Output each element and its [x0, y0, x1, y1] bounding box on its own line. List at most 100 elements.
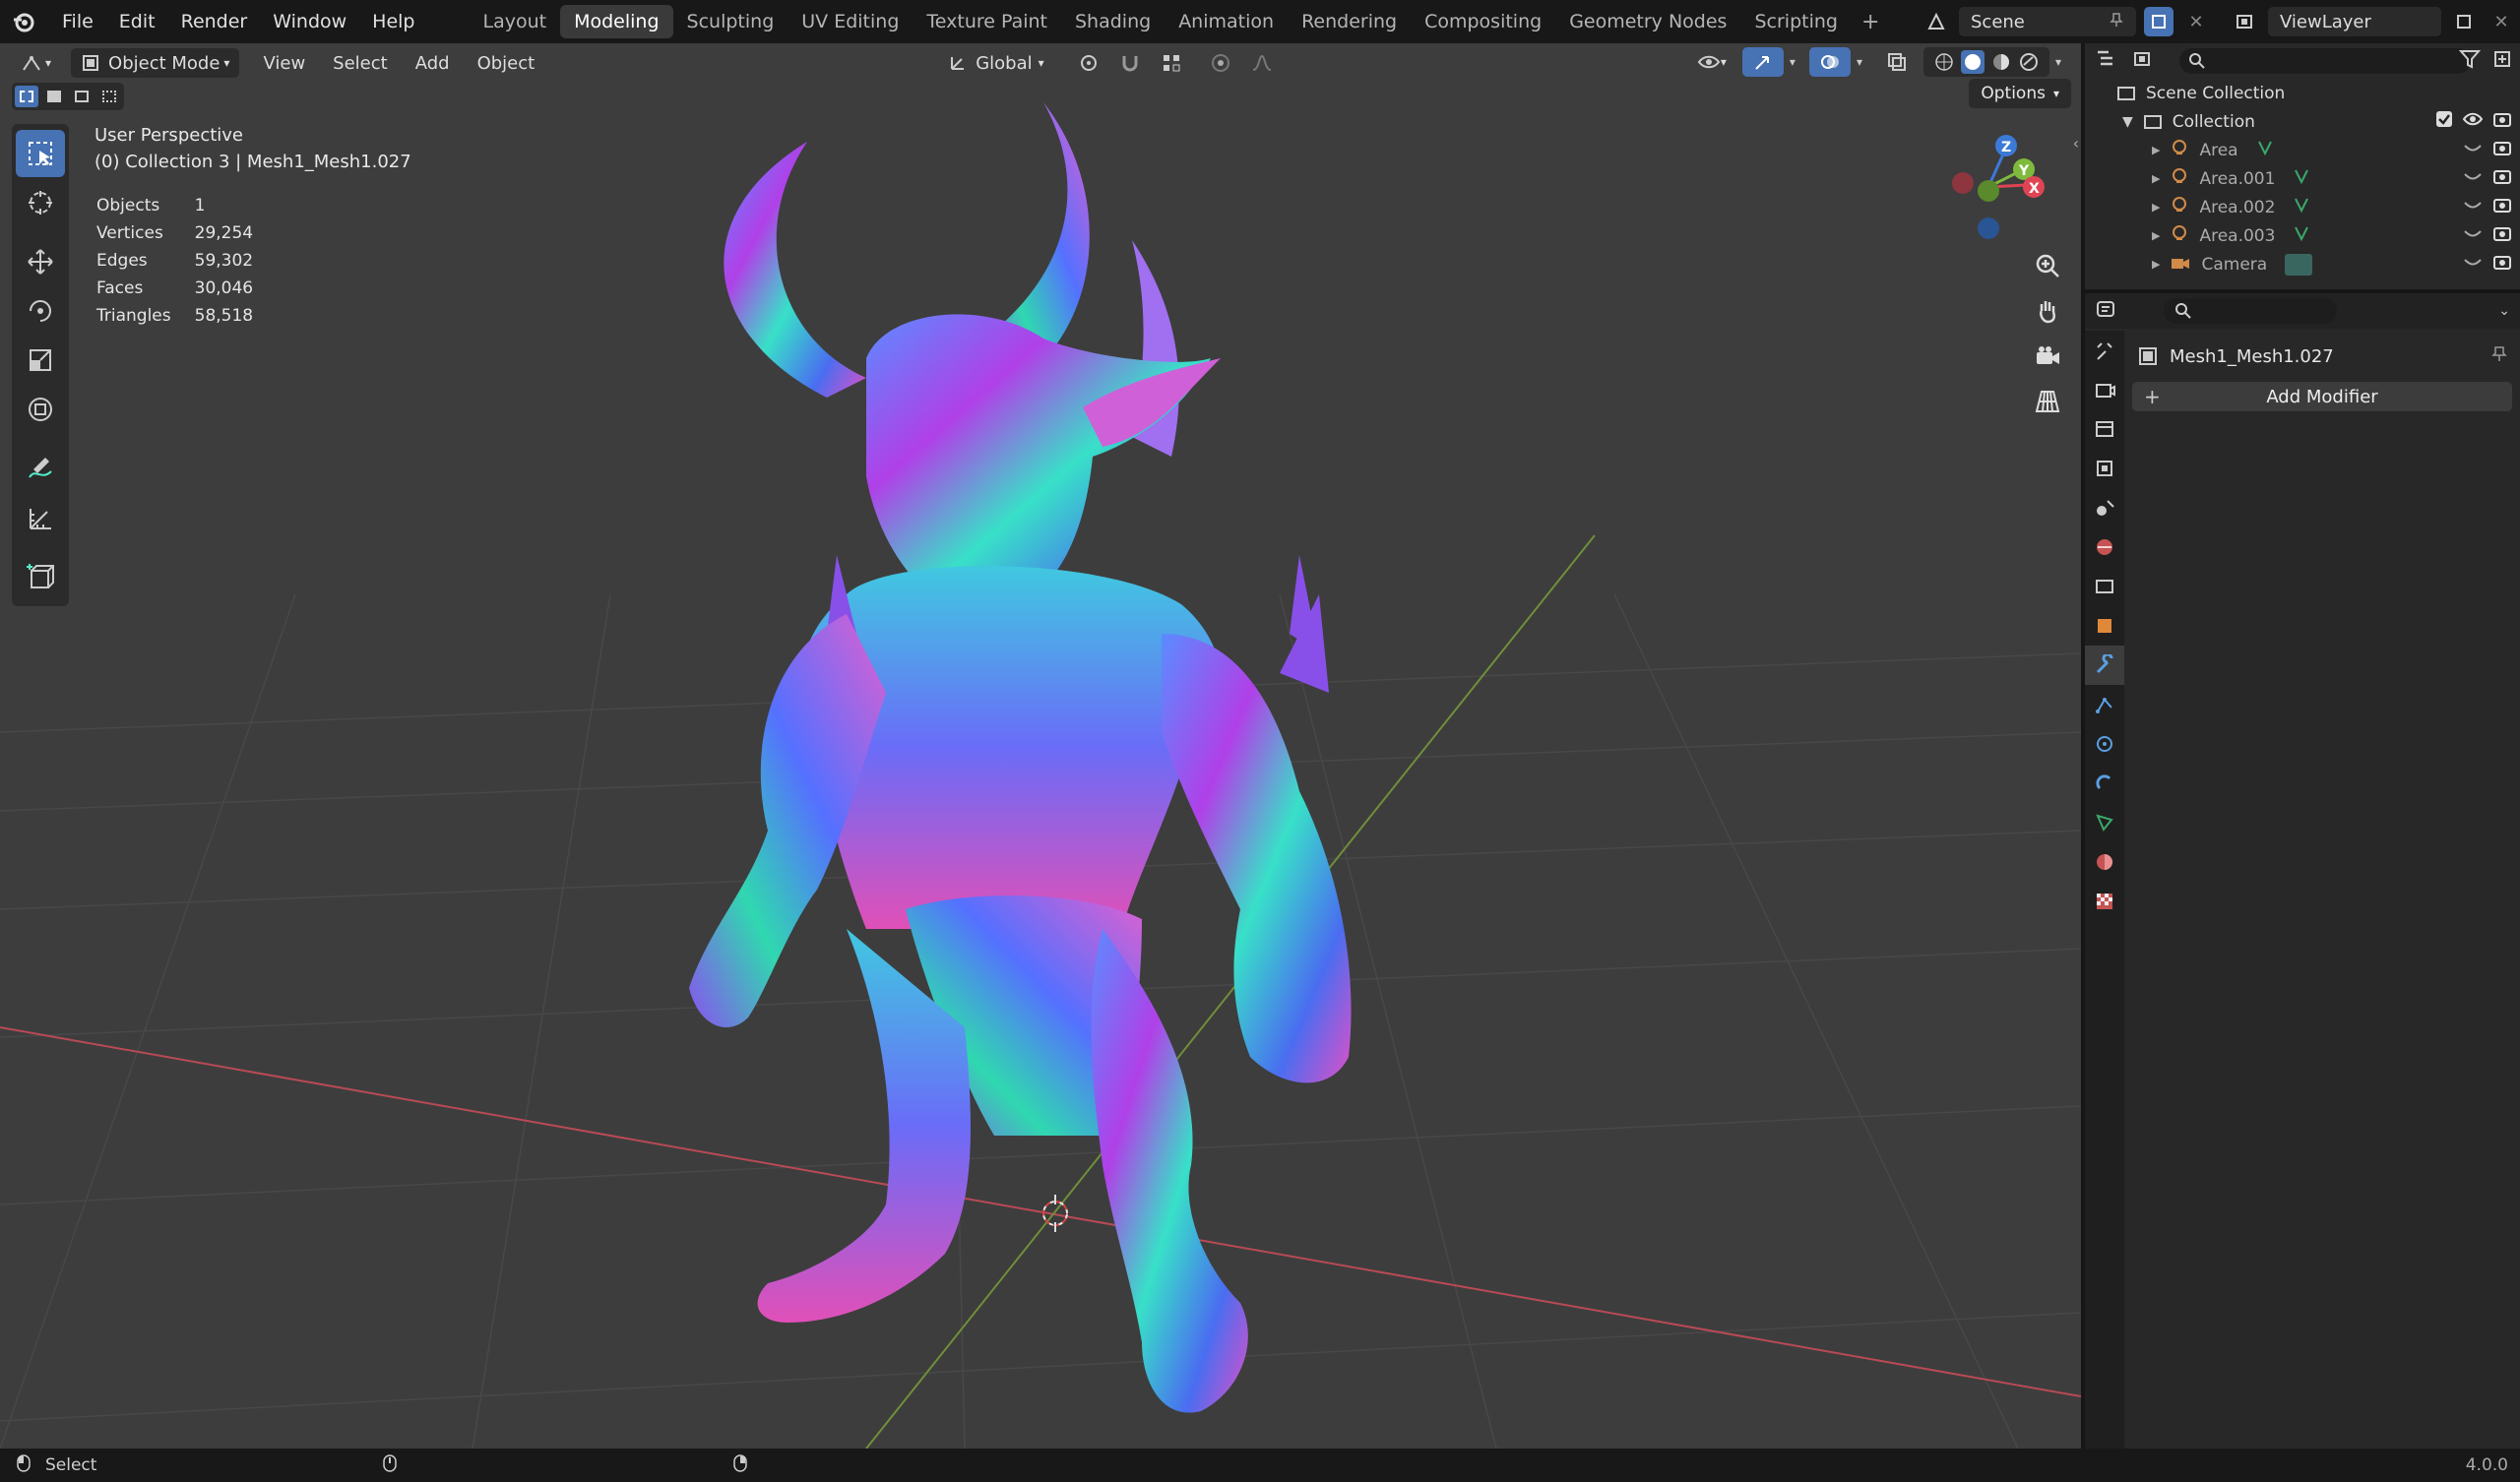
outliner-search-input[interactable]: [2179, 48, 2471, 74]
camera-render-icon[interactable]: [2492, 110, 2512, 133]
display-mode-icon[interactable]: [2132, 48, 2158, 74]
select-subtract-icon[interactable]: [70, 86, 94, 107]
camera-render-icon[interactable]: [2492, 253, 2512, 276]
chevron-down-icon[interactable]: ▾: [1790, 55, 1796, 69]
light-data-icon[interactable]: [2293, 196, 2310, 218]
mode-selector[interactable]: Object Mode ▾: [71, 48, 240, 78]
3d-viewport[interactable]: ▾ Object Mode ▾ View Select Add Object G…: [0, 43, 2081, 1449]
demon-mesh[interactable]: [689, 102, 1352, 1413]
menu-select[interactable]: Select: [323, 48, 398, 78]
scene-name-field[interactable]: Scene: [1959, 7, 2136, 36]
new-scene-icon[interactable]: [2144, 7, 2174, 36]
transform-orientation[interactable]: Global ▾: [938, 48, 1053, 78]
scale-tool[interactable]: [16, 337, 65, 384]
proportional-edit-toggle[interactable]: [1200, 48, 1241, 78]
camera-view-icon[interactable]: [2028, 337, 2067, 376]
select-invert-icon[interactable]: [97, 86, 121, 107]
data-tab-icon[interactable]: [2085, 803, 2124, 842]
expand-right-icon[interactable]: ▶: [2152, 144, 2160, 156]
hide-toggle-icon[interactable]: [2463, 198, 2483, 217]
overlay-toggle[interactable]: [1808, 47, 1851, 77]
cursor-tool[interactable]: [16, 179, 65, 226]
xray-toggle[interactable]: [1876, 47, 1918, 77]
camera-render-icon[interactable]: [2492, 224, 2512, 247]
measure-tool[interactable]: [16, 494, 65, 541]
expand-right-icon[interactable]: ▶: [2152, 258, 2160, 271]
snap-toggle[interactable]: [1109, 48, 1151, 78]
menu-add[interactable]: Add: [406, 48, 460, 78]
navigation-gizmo[interactable]: Z Y X: [1943, 128, 2051, 246]
tab-uv-editing[interactable]: UV Editing: [788, 5, 913, 38]
snap-target-button[interactable]: [1151, 48, 1192, 78]
outliner-scene-collection[interactable]: Scene Collection: [2085, 79, 2520, 107]
tab-texture-paint[interactable]: Texture Paint: [913, 5, 1061, 38]
tab-animation[interactable]: Animation: [1165, 5, 1288, 38]
light-data-icon[interactable]: [2256, 139, 2274, 161]
view-layer-tab-icon[interactable]: [2085, 449, 2124, 488]
outliner-item-area-001[interactable]: ▶ Area.001: [2085, 164, 2520, 193]
scene-tab-icon[interactable]: [2085, 488, 2124, 527]
annotate-tool[interactable]: [16, 445, 65, 492]
pin-icon[interactable]: [2490, 345, 2508, 368]
tab-compositing[interactable]: Compositing: [1411, 5, 1555, 38]
expand-right-icon[interactable]: ▶: [2152, 229, 2160, 242]
chevron-down-icon[interactable]: ▾: [1857, 55, 1862, 69]
wireframe-shading-icon[interactable]: [1933, 51, 1955, 73]
move-tool[interactable]: [16, 238, 65, 285]
view-layer-field[interactable]: ViewLayer: [2268, 7, 2441, 36]
options-dropdown[interactable]: Options ▾: [1969, 79, 2071, 108]
perspective-toggle-icon[interactable]: [2028, 382, 2067, 421]
constraints-tab-icon[interactable]: [2085, 764, 2124, 803]
hide-toggle-icon[interactable]: [2463, 255, 2483, 275]
camera-render-icon[interactable]: [2492, 139, 2512, 161]
tool-tab-icon[interactable]: [2085, 331, 2124, 370]
hide-toggle-icon[interactable]: [2463, 169, 2483, 189]
pin-icon[interactable]: [2109, 12, 2124, 32]
chevron-down-icon[interactable]: ▾: [2055, 55, 2061, 69]
blender-logo-icon[interactable]: [10, 8, 37, 35]
editor-type-icon[interactable]: [2095, 48, 2120, 74]
tab-geometry-nodes[interactable]: Geometry Nodes: [1555, 5, 1740, 38]
menu-render[interactable]: Render: [168, 11, 261, 32]
render-tab-icon[interactable]: [2085, 370, 2124, 409]
expand-right-icon[interactable]: ▶: [2152, 201, 2160, 214]
delete-scene-icon[interactable]: ✕: [2181, 7, 2211, 36]
pivot-point-button[interactable]: [1068, 48, 1109, 78]
collection-tab-icon[interactable]: [2085, 567, 2124, 606]
hide-toggle-icon[interactable]: [2463, 226, 2483, 246]
transform-tool[interactable]: [16, 386, 65, 433]
new-view-layer-icon[interactable]: [2449, 7, 2479, 36]
menu-edit[interactable]: Edit: [106, 11, 168, 32]
particles-tab-icon[interactable]: [2085, 685, 2124, 724]
tab-shading[interactable]: Shading: [1061, 5, 1165, 38]
chevron-down-icon[interactable]: ⌄: [2498, 303, 2510, 319]
delete-view-layer-icon[interactable]: ✕: [2487, 7, 2516, 36]
outliner-item-area-002[interactable]: ▶ Area.002: [2085, 193, 2520, 221]
camera-data-icon[interactable]: [2285, 253, 2313, 276]
add-modifier-button[interactable]: + Add Modifier: [2132, 382, 2512, 411]
hide-toggle-icon[interactable]: [2463, 141, 2483, 160]
rotate-tool[interactable]: [16, 287, 65, 335]
output-tab-icon[interactable]: [2085, 409, 2124, 449]
select-new-icon[interactable]: [15, 86, 38, 107]
texture-tab-icon[interactable]: [2085, 882, 2124, 921]
add-workspace-button[interactable]: +: [1852, 10, 1889, 34]
view-layer-icon[interactable]: [2231, 7, 2260, 36]
menu-view[interactable]: View: [253, 48, 315, 78]
menu-help[interactable]: Help: [359, 11, 427, 32]
editor-type-button[interactable]: ▾: [10, 48, 61, 78]
world-tab-icon[interactable]: [2085, 527, 2124, 567]
select-box-tool[interactable]: [16, 130, 65, 177]
editor-type-icon[interactable]: [2095, 298, 2124, 324]
menu-window[interactable]: Window: [260, 11, 359, 32]
falloff-button[interactable]: [1241, 48, 1283, 78]
material-tab-icon[interactable]: [2085, 842, 2124, 882]
gizmo-toggle[interactable]: [1741, 47, 1784, 77]
select-extend-icon[interactable]: [42, 86, 66, 107]
filter-icon[interactable]: [2458, 48, 2482, 74]
object-tab-icon[interactable]: [2085, 606, 2124, 646]
outliner-item-camera[interactable]: ▶ Camera: [2085, 250, 2520, 278]
outliner-item-area-003[interactable]: ▶ Area.003: [2085, 221, 2520, 250]
tab-scripting[interactable]: Scripting: [1740, 5, 1852, 38]
light-data-icon[interactable]: [2293, 224, 2310, 247]
